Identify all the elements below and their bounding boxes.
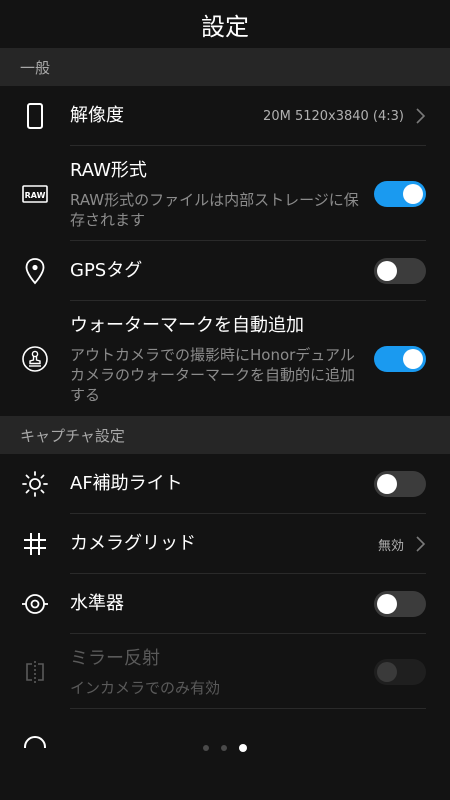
- location-pin-icon: [20, 256, 50, 286]
- level-toggle[interactable]: [374, 591, 426, 617]
- toggle-knob: [403, 348, 423, 369]
- watermark-description: アウトカメラでの撮影時にHonorデュアルカメラのウォーターマークを自動的に追加…: [70, 345, 356, 404]
- toggle-knob: [377, 594, 397, 614]
- gps-label: GPSタグ: [70, 260, 143, 281]
- grid-label: カメラグリッド: [70, 533, 196, 554]
- page-dot-2[interactable]: [221, 745, 227, 751]
- setting-resolution[interactable]: 解像度 20M 5120x3840 (4:3): [0, 86, 450, 146]
- grid-value: 無効: [377, 538, 404, 554]
- raw-label: RAW形式: [70, 159, 147, 181]
- setting-camera-grid[interactable]: カメラグリッド 無効: [0, 514, 450, 574]
- page-indicator: [0, 744, 450, 752]
- level-label: 水準器: [70, 593, 124, 614]
- resolution-value: 20M 5120x3840 (4:3): [263, 108, 404, 124]
- setting-af-light[interactable]: AF補助ライト: [0, 454, 450, 514]
- af-light-toggle[interactable]: [374, 471, 426, 497]
- setting-gps[interactable]: GPSタグ: [0, 241, 450, 301]
- page-dot-3-active[interactable]: [239, 744, 247, 752]
- setting-mirror: ミラー反射 インカメラでのみ有効: [0, 634, 450, 709]
- raw-badge-icon: RAW: [20, 179, 50, 209]
- af-light-label: AF補助ライト: [70, 473, 183, 494]
- watermark-toggle[interactable]: [374, 345, 426, 372]
- chevron-right-icon: [416, 108, 426, 124]
- phone-outline-icon: [20, 101, 50, 131]
- setting-raw[interactable]: RAW RAW形式 RAW形式のファイルは内部ストレージに保存されます: [0, 146, 450, 241]
- page-dot-1[interactable]: [203, 745, 209, 751]
- raw-toggle[interactable]: [374, 180, 426, 207]
- title-bar: 設定: [0, 0, 450, 48]
- mirror-label: ミラー反射: [70, 647, 160, 669]
- raw-icon-text: RAW: [25, 191, 46, 200]
- toggle-knob: [377, 474, 397, 494]
- chevron-right-icon: [416, 536, 426, 552]
- level-icon: [20, 589, 50, 619]
- toggle-knob: [377, 661, 397, 682]
- setting-watermark[interactable]: ウォーターマークを自動追加 アウトカメラでの撮影時にHonorデュアルカメラのウ…: [0, 301, 450, 416]
- mirror-toggle: [374, 658, 426, 685]
- resolution-label: 解像度: [70, 105, 124, 126]
- setting-level[interactable]: 水準器: [0, 574, 450, 634]
- toggle-knob: [403, 183, 423, 204]
- page-title: 設定: [201, 12, 249, 41]
- section-header-capture: キャプチャ設定: [0, 416, 450, 454]
- toggle-knob: [377, 261, 397, 281]
- watermark-label: ウォーターマークを自動追加: [70, 314, 304, 336]
- watermark-stamp-icon: [20, 344, 50, 374]
- gps-toggle[interactable]: [374, 258, 426, 284]
- section-header-general: 一般: [0, 48, 450, 86]
- sun-icon: [20, 469, 50, 499]
- grid-hash-icon: [20, 529, 50, 559]
- raw-description: RAW形式のファイルは内部ストレージに保存されます: [70, 190, 359, 229]
- mirror-icon: [20, 657, 50, 687]
- mirror-description: インカメラでのみ有効: [70, 678, 221, 697]
